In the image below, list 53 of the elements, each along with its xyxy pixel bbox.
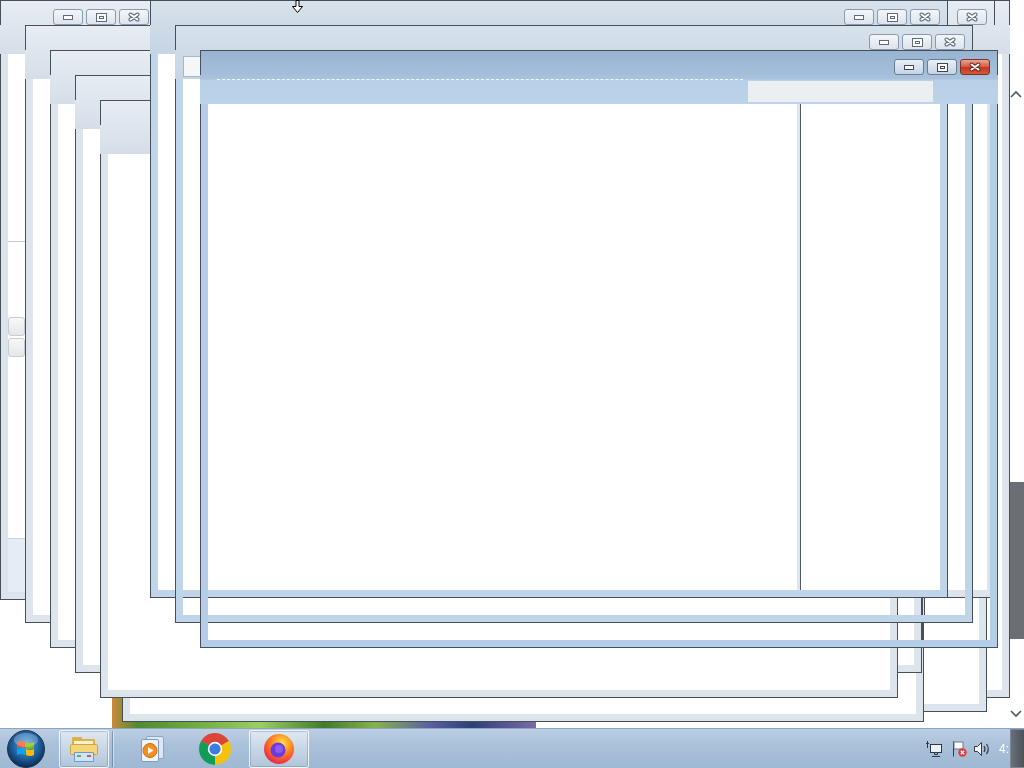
flag-icon[interactable]: [951, 740, 967, 757]
chrome-icon[interactable]: [199, 732, 231, 765]
title-bar[interactable]: [75, 75, 150, 100]
title-bar[interactable]: [200, 50, 998, 75]
close-icon[interactable]: [944, 37, 956, 47]
taskbar-button[interactable]: [249, 729, 309, 768]
close-button[interactable]: [119, 9, 149, 25]
minimize-icon[interactable]: [904, 64, 914, 70]
maximize-button[interactable]: [902, 34, 932, 50]
title-bar[interactable]: [995, 0, 1010, 25]
chevron-up-icon[interactable]: [1010, 90, 1022, 98]
maximize-button[interactable]: [927, 59, 957, 75]
start-button[interactable]: [7, 729, 45, 768]
close-button[interactable]: [960, 59, 990, 75]
firefox-icon[interactable]: [263, 732, 295, 765]
maximize-icon[interactable]: [936, 62, 948, 72]
toolbar: [150, 25, 175, 54]
speaker-icon[interactable]: [973, 740, 991, 757]
search-field[interactable]: [748, 81, 933, 102]
chevron-down-icon[interactable]: [1010, 710, 1022, 718]
close-icon[interactable]: [966, 12, 978, 22]
minimize-icon[interactable]: [854, 14, 864, 20]
minimize-button[interactable]: [53, 9, 83, 25]
toolbar: [25, 50, 50, 79]
minimize-icon[interactable]: [879, 39, 889, 45]
maximize-icon[interactable]: [886, 12, 898, 22]
title-bar[interactable]: [150, 0, 948, 25]
clock[interactable]: 4:: [999, 741, 1009, 756]
maximize-button[interactable]: [877, 9, 907, 25]
toolbar: [0, 25, 25, 54]
maximize-icon[interactable]: [95, 12, 107, 22]
close-button[interactable]: [910, 9, 940, 25]
maximize-icon[interactable]: [911, 37, 923, 47]
close-icon[interactable]: [128, 12, 140, 22]
minimize-button[interactable]: [869, 34, 899, 50]
close-icon[interactable]: [919, 12, 931, 22]
minimize-button[interactable]: [894, 59, 924, 75]
close-button[interactable]: [957, 9, 987, 25]
title-bar[interactable]: [50, 50, 150, 75]
title-bar[interactable]: [175, 25, 973, 50]
close-icon[interactable]: [969, 62, 981, 72]
folder-icon[interactable]: [69, 734, 99, 763]
maximize-button[interactable]: [86, 9, 116, 25]
resize-cursor-icon: [292, 0, 303, 13]
toolbar: [50, 75, 75, 104]
minimize-button[interactable]: [844, 9, 874, 25]
taskbar-button[interactable]: [59, 729, 109, 768]
close-button[interactable]: [935, 34, 965, 50]
title-bar[interactable]: [25, 25, 150, 50]
title-bar[interactable]: [100, 100, 150, 125]
minimize-icon[interactable]: [63, 14, 73, 20]
address-field[interactable]: [183, 56, 200, 77]
network-icon[interactable]: [926, 740, 942, 757]
